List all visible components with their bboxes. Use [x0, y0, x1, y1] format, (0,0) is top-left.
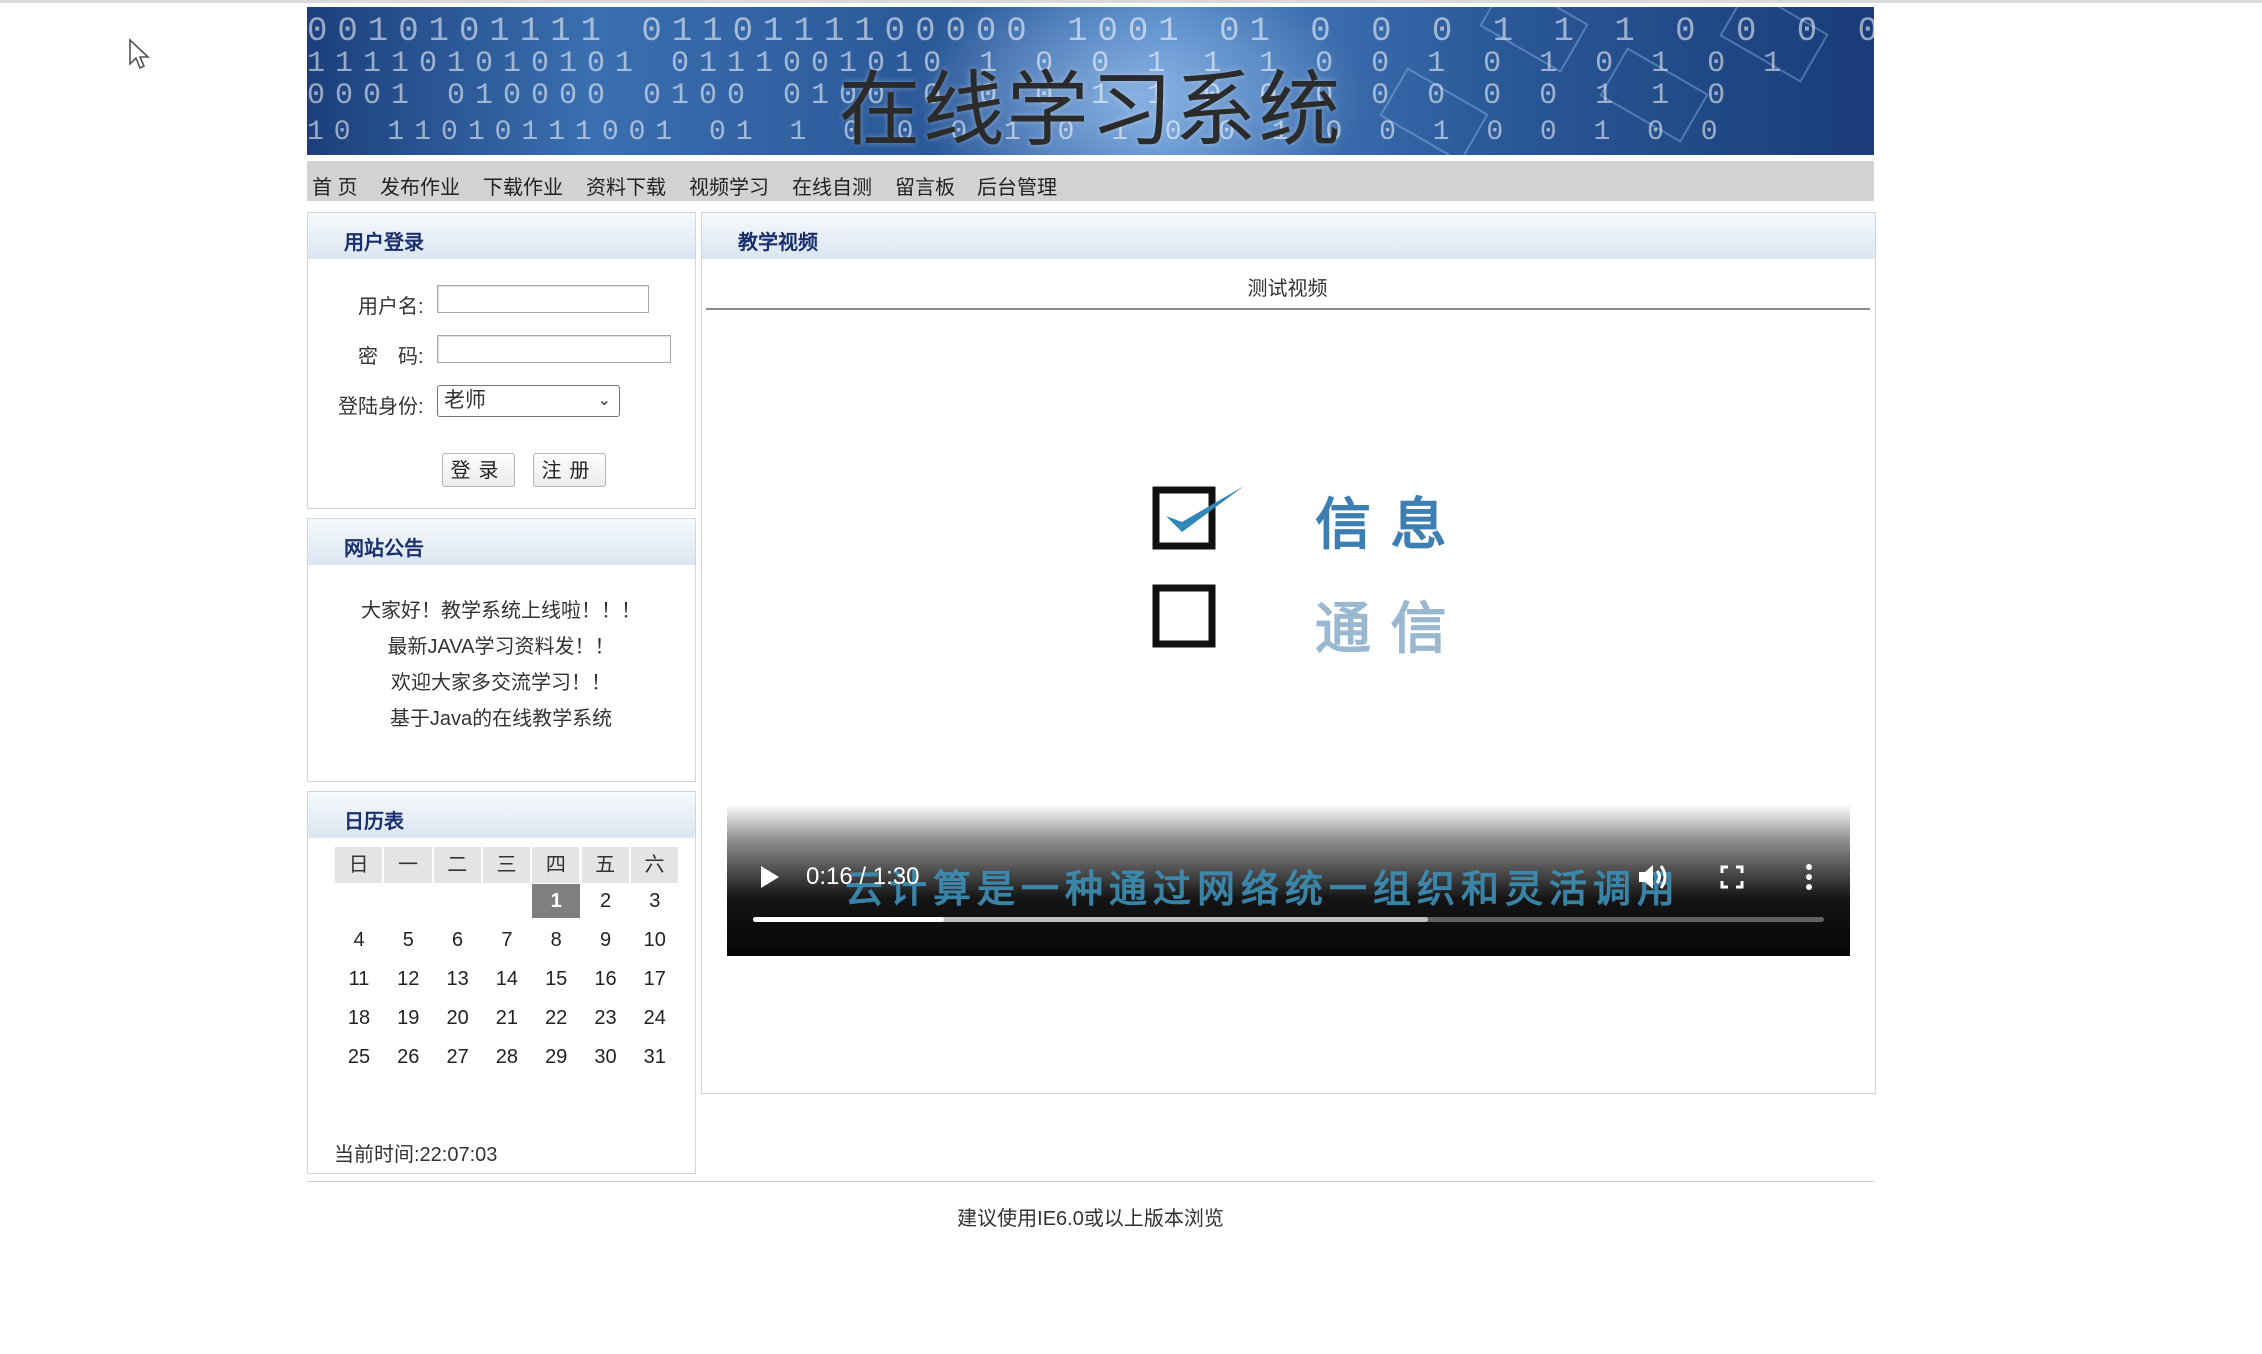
video-word-unchecked: 通 信: [1315, 597, 1447, 662]
panel-header: 网站公告: [308, 519, 695, 565]
calendar-weekday-header: 六: [630, 847, 679, 883]
calendar-day[interactable]: 29: [532, 1040, 580, 1074]
top-border: [0, 0, 2262, 3]
notice-panel: 网站公告 大家好！教学系统上线啦！！！ 最新JAVA学习资料发！！ 欢迎大家多交…: [307, 518, 696, 782]
video-progress-played[interactable]: [753, 917, 944, 922]
calendar-day[interactable]: 21: [483, 1001, 531, 1035]
panel-title: 教学视频: [738, 232, 818, 254]
nav-item-message-board[interactable]: 留言板: [895, 171, 955, 200]
calendar-day[interactable]: 26: [384, 1040, 432, 1074]
calendar-day[interactable]: 19: [384, 1001, 432, 1035]
nav-item-material-download[interactable]: 资料下载: [586, 171, 666, 200]
mouse-cursor-icon: [129, 38, 150, 70]
more-options-icon[interactable]: [1803, 862, 1815, 892]
role-select-value: 老师: [444, 389, 486, 412]
calendar-day[interactable]: 27: [434, 1040, 482, 1074]
calendar-day[interactable]: 6: [434, 923, 482, 957]
calendar-day[interactable]: 17: [631, 962, 679, 996]
footer-divider: [307, 1181, 1874, 1182]
notice-item: 基于Java的在线教学系统: [389, 708, 613, 730]
username-label: 用户名:: [358, 296, 424, 318]
nav-item-home[interactable]: 首 页: [312, 171, 358, 200]
footer-note: 建议使用IE6.0或以上版本浏览: [957, 1208, 1224, 1230]
calendar-day[interactable]: 22: [532, 1001, 580, 1035]
password-label: 密 码:: [358, 346, 424, 368]
calendar-panel: 日历表 日一二三四五六 1 2 3 4 5 6 7 8 9 10 11 12 13 14 15 16 17 18 19…: [307, 791, 696, 1174]
calendar-day-today[interactable]: 1: [532, 884, 581, 918]
calendar-day[interactable]: 10: [631, 923, 679, 957]
calendar-day[interactable]: 25: [335, 1040, 383, 1074]
video-time: 0:16 / 1:30: [806, 863, 920, 890]
calendar-day[interactable]: 9: [582, 923, 630, 957]
calendar-day[interactable]: 23: [582, 1001, 630, 1035]
calendar-day[interactable]: 4: [335, 923, 383, 957]
panel-header: 用户登录: [308, 213, 695, 259]
nav-item-download-homework[interactable]: 下载作业: [483, 171, 563, 200]
site-title: 在线学习系统: [838, 63, 1343, 155]
role-label: 登陆身份:: [338, 396, 424, 418]
password-input[interactable]: [437, 335, 671, 363]
chevron-down-icon: ⌄: [597, 392, 611, 409]
current-time: 当前时间:22:07:03: [334, 1144, 498, 1166]
video-title-divider: [706, 308, 1870, 310]
calendar-day[interactable]: 11: [335, 962, 383, 996]
calendar-day[interactable]: 2: [582, 884, 630, 918]
calendar-day[interactable]: 20: [434, 1001, 482, 1035]
fullscreen-icon[interactable]: [1719, 864, 1745, 890]
calendar-day[interactable]: 18: [335, 1001, 383, 1035]
calendar-weekday-header: 五: [581, 847, 629, 883]
calendar-day[interactable]: 14: [483, 962, 531, 996]
site-banner: 0010101111 0110111100000 1001 01 0 0 0 1…: [307, 7, 1874, 155]
panel-header: 教学视频: [702, 213, 1875, 259]
role-select[interactable]: 老师 ⌄: [437, 385, 620, 417]
notice-item: 最新JAVA学习资料发！！: [387, 636, 615, 658]
nav-item-publish-homework[interactable]: 发布作业: [380, 171, 460, 200]
calendar-weekday-header: 日: [335, 847, 383, 883]
nav-item-online-test[interactable]: 在线自测: [792, 171, 872, 200]
calendar-day[interactable]: 15: [532, 962, 580, 996]
video-word-checked: 信 息: [1315, 493, 1447, 558]
calendar-day[interactable]: 5: [384, 923, 432, 957]
panel-header: 日历表: [308, 792, 695, 838]
nav-item-video-learning[interactable]: 视频学习: [689, 171, 769, 200]
notice-item: 欢迎大家多交流学习！！: [391, 672, 611, 694]
calendar-day[interactable]: 3: [631, 884, 679, 918]
login-panel: 用户登录 用户名: 密 码: 登陆身份: 老师 ⌄ 登录 注册: [307, 212, 696, 509]
unchecked-box-icon: [1152, 584, 1216, 648]
calendar-day[interactable]: 30: [582, 1040, 630, 1074]
username-input[interactable]: [437, 285, 649, 313]
register-button[interactable]: 注册: [533, 453, 606, 487]
calendar-weekday-header: 四: [532, 847, 580, 883]
calendar-day[interactable]: 12: [384, 962, 432, 996]
calendar-day[interactable]: 28: [483, 1040, 531, 1074]
checked-box-icon: [1152, 486, 1244, 550]
nav-item-admin[interactable]: 后台管理: [977, 171, 1057, 200]
play-icon[interactable]: [757, 862, 783, 892]
video-title: 测试视频: [1247, 278, 1328, 300]
calendar-weekday-header: 二: [433, 847, 481, 883]
login-button[interactable]: 登录: [442, 453, 515, 487]
video-caption: 云计算是一种通过网络统一组织和灵活调用: [845, 867, 1682, 911]
volume-icon[interactable]: [1637, 862, 1671, 892]
calendar-day[interactable]: 13: [434, 962, 482, 996]
calendar-day[interactable]: 8: [532, 923, 580, 957]
calendar-day[interactable]: 31: [631, 1040, 679, 1074]
calendar-weekday-header: 三: [482, 847, 531, 883]
calendar-day[interactable]: 7: [483, 923, 531, 957]
notice-item: 大家好！教学系统上线啦！！！: [361, 600, 641, 622]
panel-title: 用户登录: [344, 232, 424, 254]
calendar-day[interactable]: 16: [582, 962, 630, 996]
calendar-day[interactable]: 24: [631, 1001, 679, 1035]
panel-title: 日历表: [344, 811, 404, 833]
video-player[interactable]: 信 息 通 信 云计算是一种通过网络统一组织和灵活调用 0:16 / 1:30: [727, 404, 1850, 956]
calendar-weekday-header: 一: [384, 847, 432, 883]
main-nav: 首 页 发布作业 下载作业 资料下载 视频学习 在线自测 留言板 后台管理: [307, 161, 1874, 201]
panel-title: 网站公告: [344, 538, 424, 560]
